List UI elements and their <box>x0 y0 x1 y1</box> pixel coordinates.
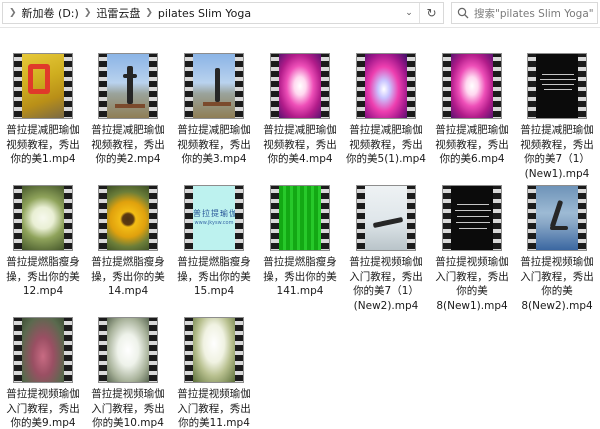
file-name: 普拉提燃脂瘦身 操，秀出你的美 14.mp4 <box>91 256 165 297</box>
video-thumbnail <box>270 185 330 251</box>
video-thumbnail <box>356 53 416 119</box>
video-thumbnail <box>13 317 73 383</box>
video-thumbnail <box>98 317 158 383</box>
video-thumbnail: 普拉提瑜伽 www.jkysw.com <box>184 185 244 251</box>
video-thumbnail <box>98 185 158 251</box>
chevron-right-icon[interactable]: ❯ <box>9 8 17 18</box>
video-thumbnail <box>527 53 587 119</box>
file-name: 普拉提减肥瑜伽 视频教程，秀出 你的美3.mp4 <box>177 124 251 165</box>
breadcrumb-folder[interactable]: 迅雷云盘 <box>96 5 140 21</box>
file-name: 普拉提减肥瑜伽 视频教程，秀出 你的美5(1).mp4 <box>346 124 426 165</box>
file-name: 普拉提视频瑜伽 入门教程，秀出 你的美9.mp4 <box>6 388 80 429</box>
video-thumbnail <box>442 53 502 119</box>
chevron-right-icon[interactable]: ❯ <box>145 8 153 18</box>
thumb-caption: 普拉提瑜伽 <box>193 209 235 218</box>
file-name: 普拉提视频瑜伽 入门教程，秀出 你的美 8(New2).mp4 <box>520 256 594 312</box>
file-name: 普拉提减肥瑜伽 视频教程，秀出 你的美4.mp4 <box>263 124 337 165</box>
video-thumbnail <box>356 185 416 251</box>
file-name: 普拉提视频瑜伽 入门教程，秀出 你的美7（1） (New2).mp4 <box>349 256 423 312</box>
refresh-icon[interactable]: ↻ <box>419 3 443 23</box>
video-thumbnail <box>527 185 587 251</box>
file-name: 普拉提燃脂瘦身 操，秀出你的美 15.mp4 <box>177 256 251 297</box>
file-name: 普拉提减肥瑜伽 视频教程，秀出 你的美1.mp4 <box>6 124 80 165</box>
video-thumbnail <box>184 317 244 383</box>
file-name: 普拉提视频瑜伽 入门教程，秀出 你的美10.mp4 <box>91 388 165 429</box>
video-thumbnail <box>13 53 73 119</box>
video-thumbnail <box>184 53 244 119</box>
chevron-right-icon[interactable]: ❯ <box>84 8 92 18</box>
address-bar[interactable]: ❯ 新加卷 (D:) ❯ 迅雷云盘 ❯ pilates Slim Yoga ⌄ … <box>2 2 444 24</box>
search-placeholder: 搜索"pilates Slim Yoga" <box>474 7 594 20</box>
explorer-toolbar: ❯ 新加卷 (D:) ❯ 迅雷云盘 ❯ pilates Slim Yoga ⌄ … <box>0 0 600 28</box>
file-name: 普拉提燃脂瘦身 操，秀出你的美 12.mp4 <box>6 256 80 297</box>
file-name: 普拉提视频瑜伽 入门教程，秀出 你的美11.mp4 <box>177 388 251 429</box>
video-thumbnail <box>13 185 73 251</box>
file-name: 普拉提减肥瑜伽 视频教程，秀出 你的美2.mp4 <box>91 124 165 165</box>
file-name: 普拉提减肥瑜伽 视频教程，秀出 你的美7（1） (New1).mp4 <box>520 124 594 180</box>
file-name: 普拉提燃脂瘦身 操，秀出你的美 141.mp4 <box>263 256 337 297</box>
thumb-caption-url: www.jkysw.com <box>194 220 234 226</box>
video-thumbnail <box>442 185 502 251</box>
video-thumbnail <box>98 53 158 119</box>
file-name: 普拉提视频瑜伽 入门教程，秀出 你的美 8(New1).mp4 <box>435 256 509 312</box>
breadcrumb-current[interactable]: pilates Slim Yoga <box>158 7 251 20</box>
breadcrumb-drive[interactable]: 新加卷 (D:) <box>22 5 79 21</box>
search-input[interactable]: 搜索"pilates Slim Yoga" <box>451 2 598 24</box>
chevron-down-icon[interactable]: ⌄ <box>401 3 417 23</box>
search-icon <box>452 7 474 19</box>
file-name: 普拉提减肥瑜伽 视频教程，秀出 你的美6.mp4 <box>435 124 509 165</box>
video-thumbnail <box>270 53 330 119</box>
